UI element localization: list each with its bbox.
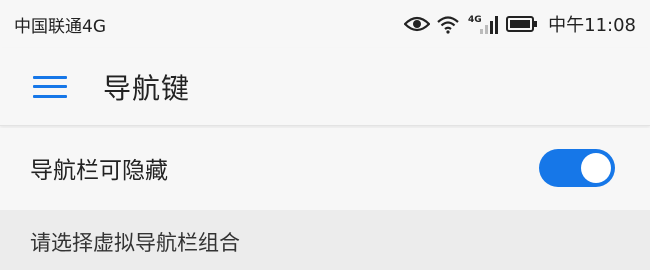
clock: 中午11:08 (548, 15, 636, 36)
toggle-knob (581, 153, 611, 183)
status-bar: 中国联通4G 4G 中午11:08 (0, 0, 650, 48)
battery-icon (506, 15, 538, 33)
carrier-label: 中国联通4G (14, 16, 106, 37)
setting-row-hide-nav-bar[interactable]: 导航栏可隐藏 (0, 128, 650, 208)
signal-icon: 4G (466, 13, 500, 35)
hide-nav-bar-toggle[interactable] (539, 149, 615, 187)
hamburger-menu-icon[interactable] (33, 75, 67, 98)
page-title: 导航键 (103, 71, 191, 105)
eye-icon (404, 15, 431, 33)
network-type-label: 4G (468, 15, 482, 25)
status-icons: 4G 中午11:08 (404, 11, 636, 37)
app-bar: 导航键 (0, 48, 650, 126)
wifi-icon (436, 14, 460, 34)
setting-label: 导航栏可隐藏 (30, 158, 168, 184)
section-header-label: 请选择虚拟导航栏组合 (30, 231, 240, 255)
section-header: 请选择虚拟导航栏组合 (0, 210, 650, 270)
